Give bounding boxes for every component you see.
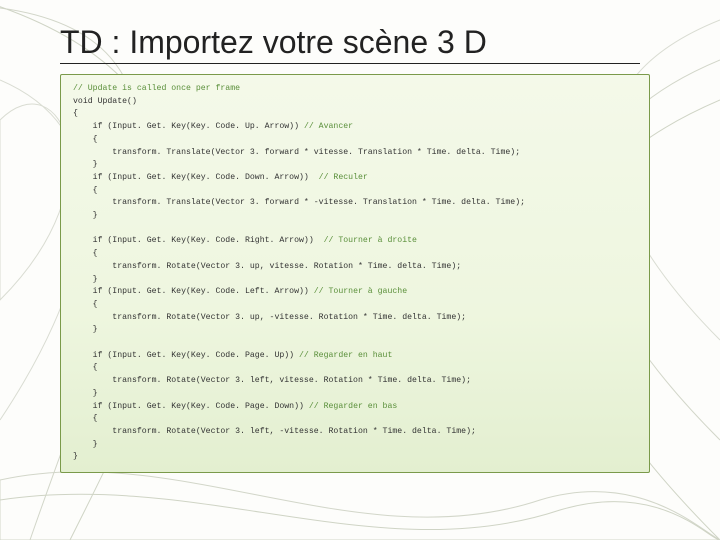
code-line: { [73,249,98,258]
code-line: { [73,109,78,118]
code-line: if (Input. Get. Key(Key. Code. Left. Arr… [73,287,314,296]
code-line: } [73,275,98,284]
code-line: if (Input. Get. Key(Key. Code. Right. Ar… [73,236,324,245]
code-comment: // Avancer [304,122,353,131]
code-line: { [73,135,98,144]
code-line: } [73,440,98,449]
code-comment: // Reculer [319,173,368,182]
code-comment: // Regarder en bas [309,402,397,411]
code-comment: // Tourner à droite [324,236,417,245]
code-comment: // Tourner à gauche [314,287,407,296]
code-line: if (Input. Get. Key(Key. Code. Page. Dow… [73,402,309,411]
code-line: } [73,325,98,334]
code-line: { [73,300,98,309]
code-line: transform. Rotate(Vector 3. up, -vitesse… [73,313,466,322]
code-line: transform. Rotate(Vector 3. left, -vites… [73,427,476,436]
code-line: if (Input. Get. Key(Key. Code. Page. Up)… [73,351,299,360]
code-line: { [73,186,98,195]
code-comment: // Regarder en haut [299,351,392,360]
code-line: transform. Rotate(Vector 3. left, vitess… [73,376,471,385]
code-line: transform. Translate(Vector 3. forward *… [73,198,525,207]
code-line: } [73,160,98,169]
code-line: if (Input. Get. Key(Key. Code. Up. Arrow… [73,122,304,131]
code-line: transform. Translate(Vector 3. forward *… [73,148,520,157]
code-comment: // Update is called once per frame [73,84,240,93]
code-line: if (Input. Get. Key(Key. Code. Down. Arr… [73,173,319,182]
code-line: { [73,363,98,372]
code-line: } [73,389,98,398]
slide-title: TD : Importez votre scène 3 D [60,24,640,64]
code-line: void Update() [73,97,137,106]
code-line: } [73,211,98,220]
code-line: } [73,452,78,461]
code-block: // Update is called once per frame void … [60,74,650,473]
code-line: { [73,414,98,423]
code-line: transform. Rotate(Vector 3. up, vitesse.… [73,262,461,271]
